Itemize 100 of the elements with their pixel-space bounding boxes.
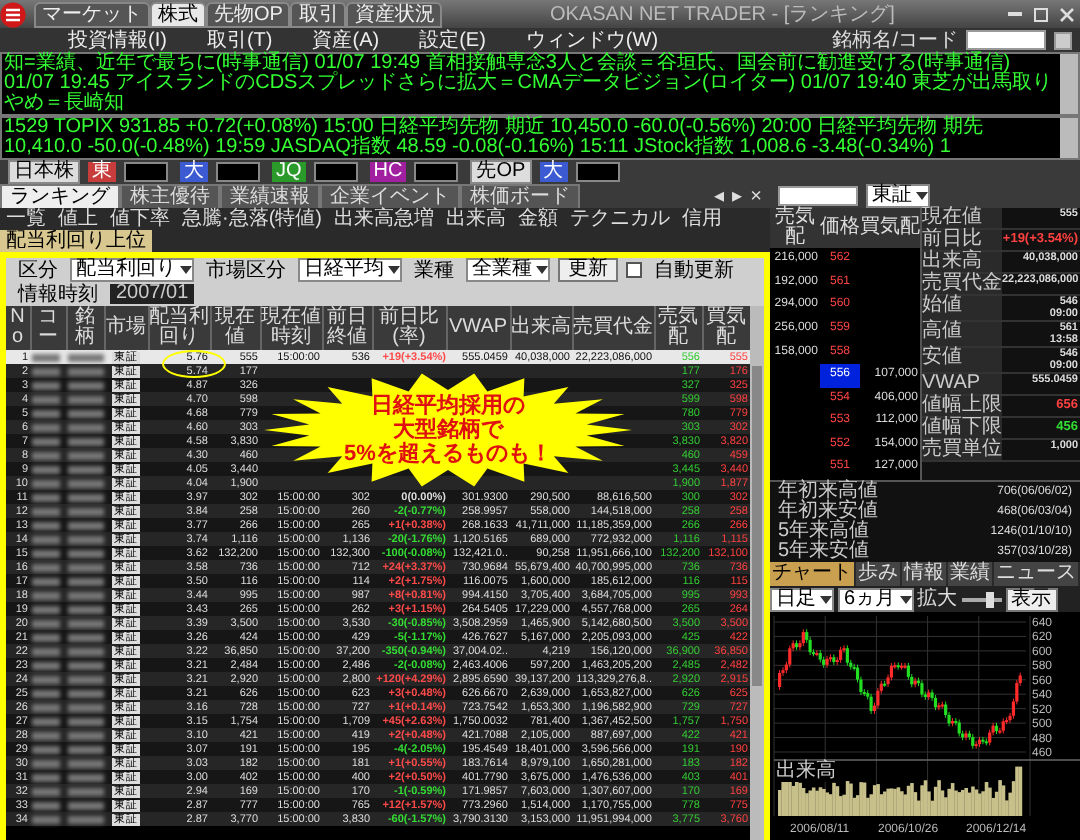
menu-item[interactable]: ウィンドウ(W) [505,29,679,51]
function-tab[interactable]: 株価ボード [460,184,580,208]
filter-label: 業種 [412,259,456,282]
ranking-tab[interactable]: テクニカル [564,208,676,230]
caret-icon [388,266,400,275]
redacted-mark [32,591,60,599]
ranking-tab[interactable]: 出来高急増 [328,208,440,230]
column-header[interactable]: 出来高 [510,306,572,350]
redacted-mark [32,535,60,543]
index-tag: 大 [180,162,208,182]
close-button[interactable] [1054,3,1080,25]
redacted-mark [68,591,104,599]
index-tag: 大 [539,162,568,182]
minimize-icon [1008,12,1022,16]
app-tab[interactable]: 株式 [150,1,206,27]
field-label: 銘柄名/コード [832,29,958,51]
ranking-tab[interactable]: 出来高 [440,208,512,230]
menu-item[interactable]: 取引(T) [186,29,293,51]
ranking-tab[interactable]: 信用 [676,208,728,230]
function-tab[interactable]: ランキング [0,184,120,208]
dropdown[interactable]: 東証 [866,184,930,208]
redacted-mark [32,689,60,697]
info-label: 出来高 [922,252,1002,272]
redacted-mark [32,633,60,641]
ranking-tab[interactable]: 値下率 [104,208,176,230]
tab-nav-button[interactable]: ▸ [732,186,743,208]
lookup-button[interactable] [1054,31,1072,49]
symbol-field[interactable] [966,30,1046,50]
dropdown[interactable]: 配当利回り [70,258,194,283]
ranking-tab[interactable]: 配当利回り上位 [0,230,152,252]
dropdown[interactable]: 6ヵ月 [838,587,914,611]
maximize-button[interactable] [1028,3,1054,25]
column-header[interactable]: No [6,306,30,350]
redacted-mark [68,535,104,543]
chart-tab[interactable]: 情報 [902,562,946,586]
scroll-thumb[interactable] [752,366,762,686]
dropdown[interactable]: 日経平均 [298,258,402,283]
column-header[interactable]: 前日比(率) [372,306,446,350]
redacted-mark [68,381,104,389]
ranking-tab[interactable]: 金額 [512,208,564,230]
tab-nav-button[interactable]: × [750,186,762,208]
column-header[interactable]: 現在値 [210,306,260,350]
slider-thumb[interactable] [985,591,994,607]
menu-item[interactable]: 資産(A) [292,29,400,51]
column-header[interactable]: VWAP [446,306,510,350]
column-header[interactable]: 売気配 [654,306,702,350]
function-tab[interactable]: 企業イベント [320,184,460,208]
function-tab[interactable]: 株主優待 [120,184,220,208]
zoom-label: 拡大 [917,588,958,610]
redacted-mark [32,619,60,627]
function-tab[interactable]: 業績速報 [220,184,320,208]
scrollbar[interactable] [750,306,764,840]
code-field[interactable] [778,186,858,206]
redacted-mark [32,745,60,753]
app-tab[interactable]: 取引 [290,1,347,27]
update-button[interactable]: 更新 [558,258,618,283]
redacted-mark [68,675,104,683]
redacted-mark [32,353,60,361]
menu-item[interactable]: 投資情報(I) [48,29,187,51]
column-header[interactable]: コー [30,306,66,350]
ranking-tab[interactable]: 急騰·急落(特値) [176,208,328,230]
caret-icon [536,266,548,275]
column-header[interactable]: 売買代金 [572,306,654,350]
column-header[interactable]: 価格 [820,208,860,249]
chart-tab[interactable]: チャート [770,562,854,586]
redacted-mark [68,465,104,473]
app-tab[interactable]: 資産状況 [346,1,443,27]
column-header[interactable]: 市場 [104,306,148,350]
column-header[interactable]: 買気配 [702,306,750,350]
ranking-tab[interactable]: 一覧 [0,208,52,230]
redacted-mark [32,703,60,711]
market-label: 先OP [470,160,532,184]
redacted-mark [68,409,104,417]
zoom-slider[interactable] [961,591,1002,607]
column-header[interactable]: 銘柄 [66,306,104,350]
redacted-mark [32,815,60,823]
redacted-mark [68,773,104,781]
dropdown[interactable]: 日足 [770,587,834,611]
column-header[interactable]: 前日終値 [322,306,372,350]
checkbox[interactable] [626,262,642,279]
redacted-mark [68,619,104,627]
chart-tab[interactable]: 業績 [948,562,992,586]
dropdown[interactable]: 全業種 [466,258,550,283]
chart-tab[interactable]: ニュース [994,562,1078,586]
ranking-tab[interactable]: 値上 [52,208,104,230]
index-tag: HC [369,162,407,182]
column-header[interactable]: 現在値時刻 [260,306,322,350]
index-tag: 東 [88,162,116,182]
column-header[interactable]: 買気配 [860,208,920,249]
caret-icon [820,595,832,603]
menu-item[interactable]: 設定(E) [399,29,506,51]
chart-tab[interactable]: 歩み [856,562,900,586]
tab-nav-button[interactable]: ◂ [714,186,725,208]
app-tab[interactable]: マーケット [34,1,150,27]
app-tab[interactable]: 先物OP [206,1,291,27]
column-header[interactable]: 配当利回り [148,306,210,350]
view-button[interactable]: 表示 [1005,587,1058,611]
redacted-mark [68,395,104,403]
redacted-mark [32,381,60,389]
column-header[interactable]: 売気配 [770,208,820,249]
